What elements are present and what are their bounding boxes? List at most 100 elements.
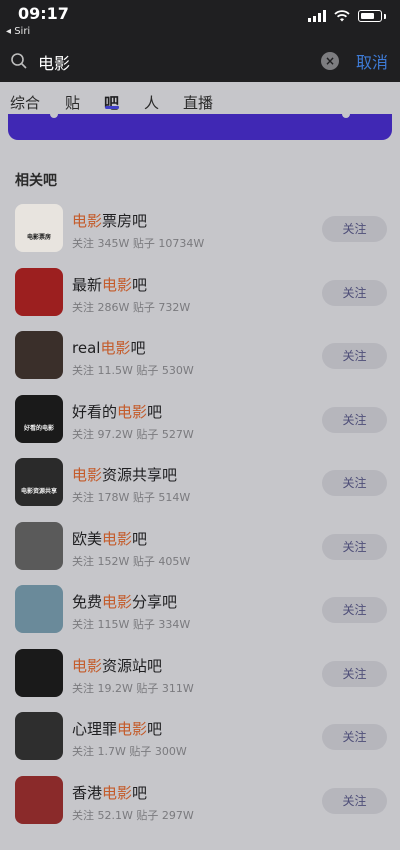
post-count: 贴子 732W bbox=[132, 300, 191, 314]
follow-button[interactable]: 关注 bbox=[322, 470, 387, 496]
list-item[interactable]: 好看的电影 好看的电影吧 关注 97.2W 贴子 527W 关注 bbox=[0, 391, 400, 454]
list-item[interactable]: 香港电影吧关注 52.1W 贴子 297W 关注 bbox=[0, 772, 400, 835]
bar-stats: 关注 178W 贴子 514W bbox=[72, 489, 190, 505]
bar-name: 电影资源站吧 bbox=[72, 655, 162, 676]
bar-avatar bbox=[15, 267, 63, 316]
post-count: 贴子 527W bbox=[136, 427, 194, 441]
bar-avatar bbox=[15, 331, 63, 379]
list-item[interactable]: 电影资源共享 电影资源共享吧 关注 178W 贴子 514W 关注 bbox=[0, 454, 400, 517]
bar-name-highlight: 电影 bbox=[100, 339, 131, 357]
bar-name-highlight: 电影 bbox=[102, 275, 133, 294]
bar-stats: 关注 345W 贴子 10734W bbox=[72, 235, 204, 251]
list-item[interactable]: 心理罪电影吧关注 1.7W 贴子 300W 关注 bbox=[0, 708, 400, 771]
status-icons bbox=[308, 10, 386, 22]
follower-count: 关注 178W bbox=[72, 491, 133, 504]
follow-button[interactable]: 关注 bbox=[322, 406, 387, 433]
promo-banner[interactable] bbox=[0, 114, 400, 146]
list-item[interactable]: 欧美电影吧关注 152W 贴子 405W 关注 bbox=[0, 518, 400, 581]
follower-count: 关注 345W bbox=[72, 237, 133, 250]
bar-avatar bbox=[15, 648, 63, 697]
follow-button[interactable]: 关注 bbox=[322, 724, 387, 750]
bar-name-prefix: 好看的 bbox=[72, 402, 118, 421]
bar-name-suffix: 吧 bbox=[147, 402, 163, 421]
bar-avatar: 电影票房 bbox=[15, 204, 63, 252]
section-title: 相关吧 bbox=[15, 173, 57, 189]
tab-live[interactable]: 直播 bbox=[183, 82, 213, 113]
follow-button[interactable]: 关注 bbox=[322, 787, 387, 814]
list-item[interactable]: real电影吧关注 11.5W 贴子 530W 关注 bbox=[0, 327, 400, 390]
avatar-caption: 电影资源共享 bbox=[20, 488, 57, 495]
follower-count: 关注 152W bbox=[72, 554, 133, 568]
banner-notch bbox=[342, 114, 350, 118]
clear-search-icon[interactable]: × bbox=[321, 52, 339, 70]
follow-button[interactable]: 关注 bbox=[322, 533, 387, 560]
bar-name-suffix: 资源共享吧 bbox=[102, 466, 178, 484]
list-item[interactable]: 电影票房 电影票房吧 关注 345W 贴子 10734W 关注 bbox=[0, 200, 400, 263]
bar-name-highlight: 电影 bbox=[117, 720, 148, 738]
bar-name-highlight: 电影 bbox=[102, 783, 133, 802]
tab-comprehensive[interactable]: 综合 bbox=[10, 82, 40, 113]
follow-button[interactable]: 关注 bbox=[322, 216, 387, 242]
bar-stats: 关注 97.2W 贴子 527W bbox=[72, 426, 194, 442]
follow-button[interactable]: 关注 bbox=[322, 343, 387, 369]
follower-count: 关注 52.1W bbox=[72, 808, 137, 822]
bar-stats: 关注 11.5W 贴子 530W bbox=[72, 362, 194, 378]
bar-avatar bbox=[15, 521, 63, 570]
follower-count: 关注 19.2W bbox=[72, 681, 137, 695]
list-item[interactable]: 最新电影吧 关注 286W 贴子 732W 关注 bbox=[0, 264, 400, 327]
tab-bars[interactable]: 吧 bbox=[104, 82, 119, 113]
bar-name: 好看的电影吧 bbox=[72, 401, 162, 422]
bar-name-suffix: 吧 bbox=[132, 275, 148, 294]
bar-name: real电影吧 bbox=[72, 337, 145, 358]
search-input[interactable]: 电影 bbox=[38, 50, 70, 74]
bar-stats: 关注 115W 贴子 334W bbox=[72, 616, 190, 632]
wifi-icon bbox=[334, 10, 350, 22]
follow-button[interactable]: 关注 bbox=[322, 279, 387, 306]
bar-name-highlight: 电影 bbox=[72, 212, 103, 230]
banner-notch bbox=[50, 114, 58, 118]
post-count: 贴子 530W bbox=[136, 364, 194, 377]
back-to-siri-link[interactable]: ◂ Siri bbox=[6, 26, 30, 37]
status-bar: 09:17 ◂ Siri bbox=[0, 0, 400, 40]
bar-name-highlight: 电影 bbox=[117, 402, 148, 421]
bar-avatar bbox=[15, 585, 63, 633]
bar-stats: 关注 286W 贴子 732W bbox=[72, 299, 190, 315]
bar-stats: 关注 52.1W 贴子 297W bbox=[72, 807, 194, 823]
follower-count: 关注 11.5W bbox=[72, 364, 137, 377]
banner-card bbox=[8, 114, 392, 140]
bar-name: 香港电影吧 bbox=[72, 782, 147, 803]
bar-name-prefix: 免费 bbox=[72, 593, 103, 611]
bar-name-highlight: 电影 bbox=[102, 529, 133, 548]
avatar-caption: 好看的电影 bbox=[23, 424, 54, 432]
tab-posts[interactable]: 贴 bbox=[65, 82, 80, 113]
active-tab-indicator bbox=[104, 106, 119, 109]
search-bar: 电影 × 取消 bbox=[0, 40, 400, 82]
follow-button[interactable]: 关注 bbox=[322, 660, 387, 687]
cancel-button[interactable]: 取消 bbox=[356, 49, 388, 73]
avatar-caption: 电影票房 bbox=[26, 234, 51, 241]
bar-name-highlight: 电影 bbox=[102, 593, 133, 611]
post-count: 贴子 405W bbox=[132, 554, 191, 568]
search-icon bbox=[11, 53, 27, 69]
bar-name-suffix: 吧 bbox=[130, 339, 146, 357]
bar-avatar bbox=[15, 712, 63, 760]
post-count: 贴子 334W bbox=[132, 618, 191, 631]
tab-label: 综合 bbox=[10, 94, 41, 112]
post-count: 贴子 300W bbox=[129, 745, 187, 758]
list-item[interactable]: 免费电影分享吧关注 115W 贴子 334W 关注 bbox=[0, 581, 400, 644]
bar-stats: 关注 152W 贴子 405W bbox=[72, 553, 190, 569]
list-item[interactable]: 电影资源站吧关注 19.2W 贴子 311W 关注 bbox=[0, 645, 400, 708]
bar-name-highlight: 电影 bbox=[72, 656, 103, 675]
bar-name-prefix: 心理罪 bbox=[72, 720, 118, 738]
tab-label: 人 bbox=[144, 94, 160, 112]
bar-name: 心理罪电影吧 bbox=[72, 718, 162, 739]
status-time: 09:17 bbox=[18, 4, 69, 23]
bar-name: 欧美电影吧 bbox=[72, 528, 147, 549]
cellular-signal-icon bbox=[308, 10, 326, 22]
tab-people[interactable]: 人 bbox=[144, 82, 159, 113]
post-count: 贴子 514W bbox=[132, 491, 191, 504]
bar-name: 免费电影分享吧 bbox=[72, 591, 177, 612]
bar-stats: 关注 19.2W 贴子 311W bbox=[72, 680, 194, 696]
bar-stats: 关注 1.7W 贴子 300W bbox=[72, 743, 187, 759]
follow-button[interactable]: 关注 bbox=[322, 597, 387, 623]
